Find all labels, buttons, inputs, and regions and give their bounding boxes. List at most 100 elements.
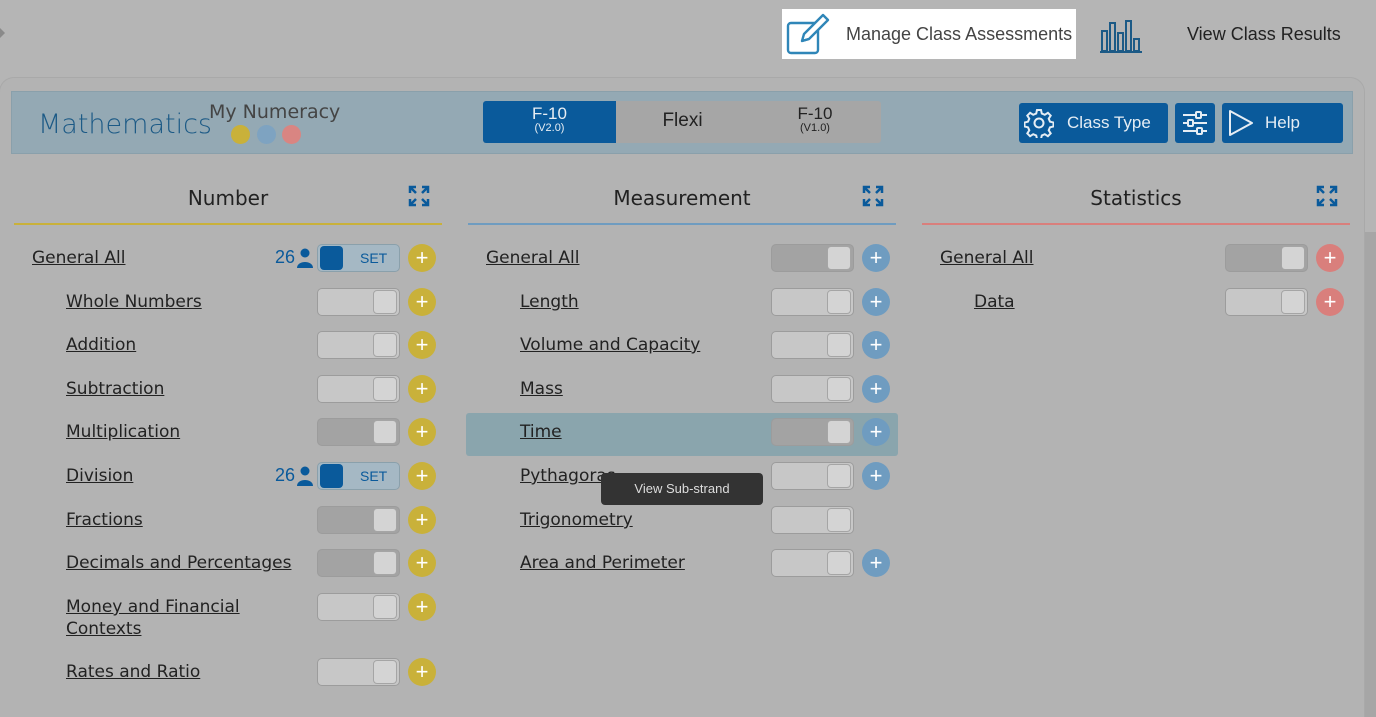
version-f10-v1-label: F-10 [797,104,833,123]
curriculum-version-selector: F-10 (V2.0) Flexi F-10 (V1.0) [483,101,881,143]
substrand-link[interactable]: Division [66,465,133,487]
view-class-results-tab[interactable]: View Class Results [1086,9,1362,59]
substrand-link[interactable]: Whole Numbers [66,291,202,313]
substrand-link[interactable]: Area and Perimeter [520,552,685,574]
toggle-switch[interactable] [771,506,854,534]
gear-icon [1024,109,1054,138]
add-button[interactable]: + [862,462,890,490]
version-f10-v2[interactable]: F-10 (V2.0) [483,101,616,143]
substrand-link[interactable]: Length [520,291,579,313]
toggle-switch[interactable] [317,593,400,621]
toggle-switch[interactable] [1225,244,1308,272]
toggle-switch[interactable] [771,549,854,577]
add-button[interactable]: + [862,244,890,272]
subject-title: Mathematics [38,109,212,140]
substrand-link[interactable]: Mass [520,378,563,400]
add-button[interactable]: + [408,288,436,316]
set-label: SET [360,250,388,266]
toggle-switch[interactable] [317,506,400,534]
scroll-strip [1364,232,1376,717]
substrand-link[interactable]: Decimals and Percentages [66,552,291,574]
toggle-switch[interactable] [771,462,854,490]
set-toggle[interactable]: SET [317,244,400,272]
edit-icon [786,13,830,55]
add-button[interactable]: + [408,462,436,490]
add-button[interactable]: + [408,658,436,686]
add-button[interactable]: + [862,549,890,577]
expand-icon[interactable] [862,185,884,207]
sliders-icon [1183,111,1207,135]
strand-link[interactable]: General All [940,247,1033,269]
add-button[interactable]: + [408,375,436,403]
substrand-link[interactable]: Time [520,421,562,443]
toggle-switch[interactable] [317,375,400,403]
substrand-link[interactable]: Multiplication [66,421,180,443]
substrand-link[interactable]: Trigonometry [520,509,633,531]
add-button[interactable]: + [408,418,436,446]
collapse-caret-icon[interactable] [0,28,5,38]
substrand-link[interactable]: Volume and Capacity [520,334,700,356]
filter-settings-button[interactable] [1175,103,1215,143]
toggle-switch[interactable] [317,331,400,359]
toggle-switch[interactable] [317,549,400,577]
view-class-results-label: View Class Results [1187,24,1341,44]
play-icon [1229,110,1253,136]
substrand-link[interactable]: Fractions [66,509,143,531]
measurement-dot [257,125,276,144]
set-label: SET [360,468,388,484]
help-button[interactable]: Help [1222,103,1343,143]
person-icon [297,248,313,268]
add-button[interactable]: + [408,549,436,577]
strand-link[interactable]: General All [32,247,125,269]
statistics-column-rule [922,223,1350,225]
toggle-switch[interactable] [771,331,854,359]
toggle-switch[interactable] [771,244,854,272]
toggle-switch[interactable] [317,288,400,316]
add-button[interactable]: + [1316,288,1344,316]
substrand-link[interactable]: Data [974,291,1015,313]
class-type-button[interactable]: Class Type [1019,103,1168,143]
add-button[interactable]: + [862,418,890,446]
statistics-dot [282,125,301,144]
add-button[interactable]: + [408,331,436,359]
add-button[interactable]: + [862,288,890,316]
add-button[interactable]: + [862,375,890,403]
add-button[interactable]: + [408,244,436,272]
toggle-switch[interactable] [317,418,400,446]
version-f10-v1-sub: (V1.0) [800,122,830,134]
help-label: Help [1265,113,1300,132]
person-icon [297,466,313,486]
add-button[interactable]: + [408,506,436,534]
main-panel: Mathematics My Numeracy F-10 (V2.0) Flex… [0,78,1364,717]
statistics-column-title: Statistics [1090,186,1182,210]
bar-chart-icon [1100,20,1142,53]
version-f10-v2-sub: (V2.0) [534,122,565,134]
class-type-label: Class Type [1067,113,1151,132]
subject-header: Mathematics My Numeracy F-10 (V2.0) Flex… [11,91,1353,154]
top-bar: Manage Class Assessments View Class Resu… [0,0,1376,70]
student-count: 26 [275,465,296,485]
manage-class-assessments-tab[interactable]: Manage Class Assessments [782,9,1076,59]
version-flexi-label: Flexi [662,110,703,131]
substrand-link[interactable]: Rates and Ratio [66,661,200,683]
toggle-switch[interactable] [771,418,854,446]
number-column-rule [14,223,442,225]
set-toggle[interactable]: SET [317,462,400,490]
add-button[interactable]: + [1316,244,1344,272]
toggle-switch[interactable] [771,375,854,403]
add-button[interactable]: + [862,331,890,359]
version-f10-v2-label: F-10 [532,104,567,123]
version-f10-v1[interactable]: F-10 (V1.0) [749,101,881,143]
substrand-link[interactable]: Addition [66,334,136,356]
manage-class-assessments-label: Manage Class Assessments [846,24,1073,44]
toggle-switch[interactable] [771,288,854,316]
strand-link[interactable]: General All [486,247,579,269]
toggle-switch[interactable] [1225,288,1308,316]
expand-icon[interactable] [1316,185,1338,207]
expand-icon[interactable] [408,185,430,207]
add-button[interactable]: + [408,593,436,621]
substrand-link[interactable]: Subtraction [66,378,164,400]
substrand-link[interactable]: Money and Financial Contexts [66,596,266,640]
version-flexi[interactable]: Flexi [616,101,749,143]
toggle-switch[interactable] [317,658,400,686]
